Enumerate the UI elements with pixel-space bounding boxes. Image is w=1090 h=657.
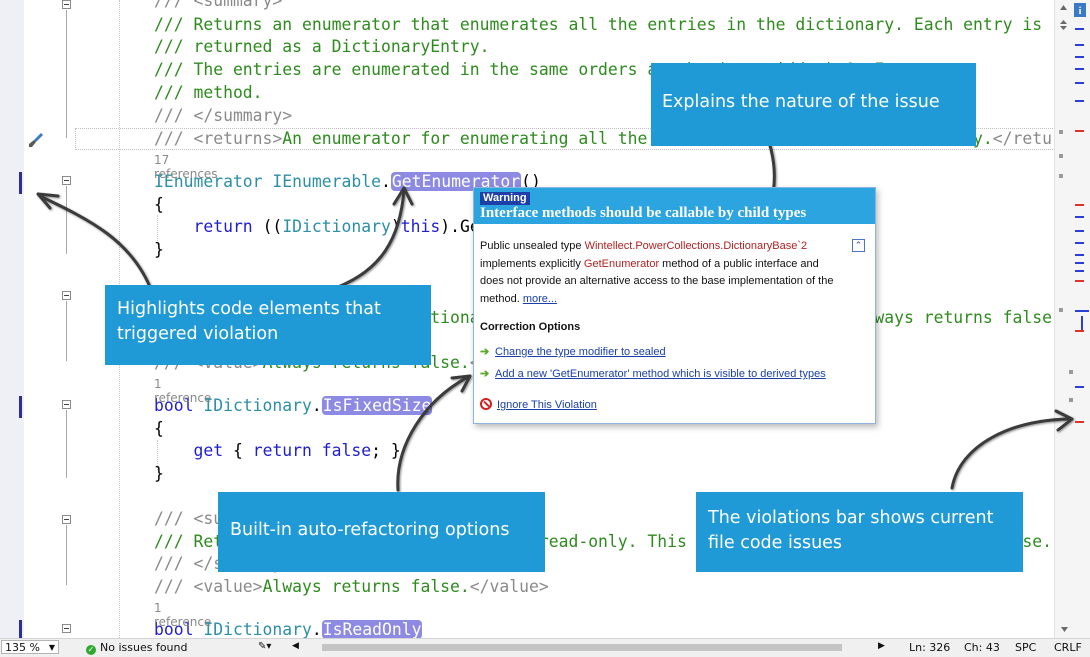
horizontal-scrollbar[interactable] xyxy=(300,642,870,652)
arrow-to-options xyxy=(396,375,470,492)
chevron-down-icon: ▼ xyxy=(48,643,55,652)
desc-text: implements explicitly xyxy=(480,257,584,270)
tooltip-title: Interface methods should be callable by … xyxy=(480,205,807,221)
correction-options-header: Correction Options xyxy=(480,321,581,333)
scroll-left-icon[interactable]: ◀ xyxy=(292,641,299,651)
check-icon: ✓ xyxy=(86,645,96,655)
status-bar: 135 % ▼ ✓ No issues found ✎▾ ◀ ▶ Ln: 326 C… xyxy=(0,638,1090,657)
callout-nature: Explains the nature of the issue xyxy=(651,63,976,146)
warning-badge: Warning xyxy=(480,192,530,205)
callout-violations-bar: The violations bar shows current file co… xyxy=(696,492,1023,572)
option-add-method-link[interactable]: Add a new 'GetEnumerator' method which i… xyxy=(495,368,826,380)
option-seal-type-link[interactable]: Change the type modifier to sealed xyxy=(495,346,666,358)
ignore-violation-link[interactable]: Ignore This Violation xyxy=(480,398,597,411)
arrow-right-icon: ➔ xyxy=(480,368,490,380)
scroll-thumb[interactable] xyxy=(322,644,842,651)
callout-highlights: Highlights code elements that triggered … xyxy=(105,285,431,365)
brush-dropdown-icon[interactable]: ✎▾ xyxy=(258,641,271,652)
line-number: Ln: 326 xyxy=(909,641,951,654)
callout-refactoring: Built-in auto-refactoring options xyxy=(218,492,545,572)
whitespace-mode: SPC xyxy=(1015,641,1037,654)
tooltip-header: Warning Interface methods should be call… xyxy=(474,188,875,224)
zoom-dropdown[interactable]: 135 % ▼ xyxy=(1,640,59,654)
arrow-right-icon: ➔ xyxy=(480,346,490,358)
scroll-right-icon[interactable]: ▶ xyxy=(878,641,885,651)
desc-type-name: Wintellect.PowerCollections.DictionaryBa… xyxy=(584,240,808,252)
desc-text: Public unsealed type xyxy=(480,240,585,252)
correction-option[interactable]: ➔ Change the type modifier to sealed xyxy=(480,345,666,358)
desc-method-name: GetEnumerator xyxy=(583,257,660,270)
issues-status[interactable]: ✓ No issues found xyxy=(86,641,187,655)
more-link[interactable]: more... xyxy=(523,293,557,305)
arrow-to-violations-bar xyxy=(950,417,1072,490)
arrow-to-gutter xyxy=(40,195,152,289)
ignore-violation-label[interactable]: Ignore This Violation xyxy=(497,399,597,411)
prohibit-icon xyxy=(480,398,492,410)
issues-text: No issues found xyxy=(100,641,188,654)
tooltip-description: Public unsealed type Wintellect.PowerCol… xyxy=(480,238,842,308)
column-number: Ch: 43 xyxy=(964,641,1000,654)
collapse-icon[interactable]: ⌃ xyxy=(852,239,865,252)
zoom-value: 135 % xyxy=(5,641,40,654)
correction-option[interactable]: ➔ Add a new 'GetEnumerator' method which … xyxy=(480,367,826,380)
violation-tooltip: Warning Interface methods should be call… xyxy=(473,187,876,424)
line-ending: CRLF xyxy=(1054,641,1082,654)
